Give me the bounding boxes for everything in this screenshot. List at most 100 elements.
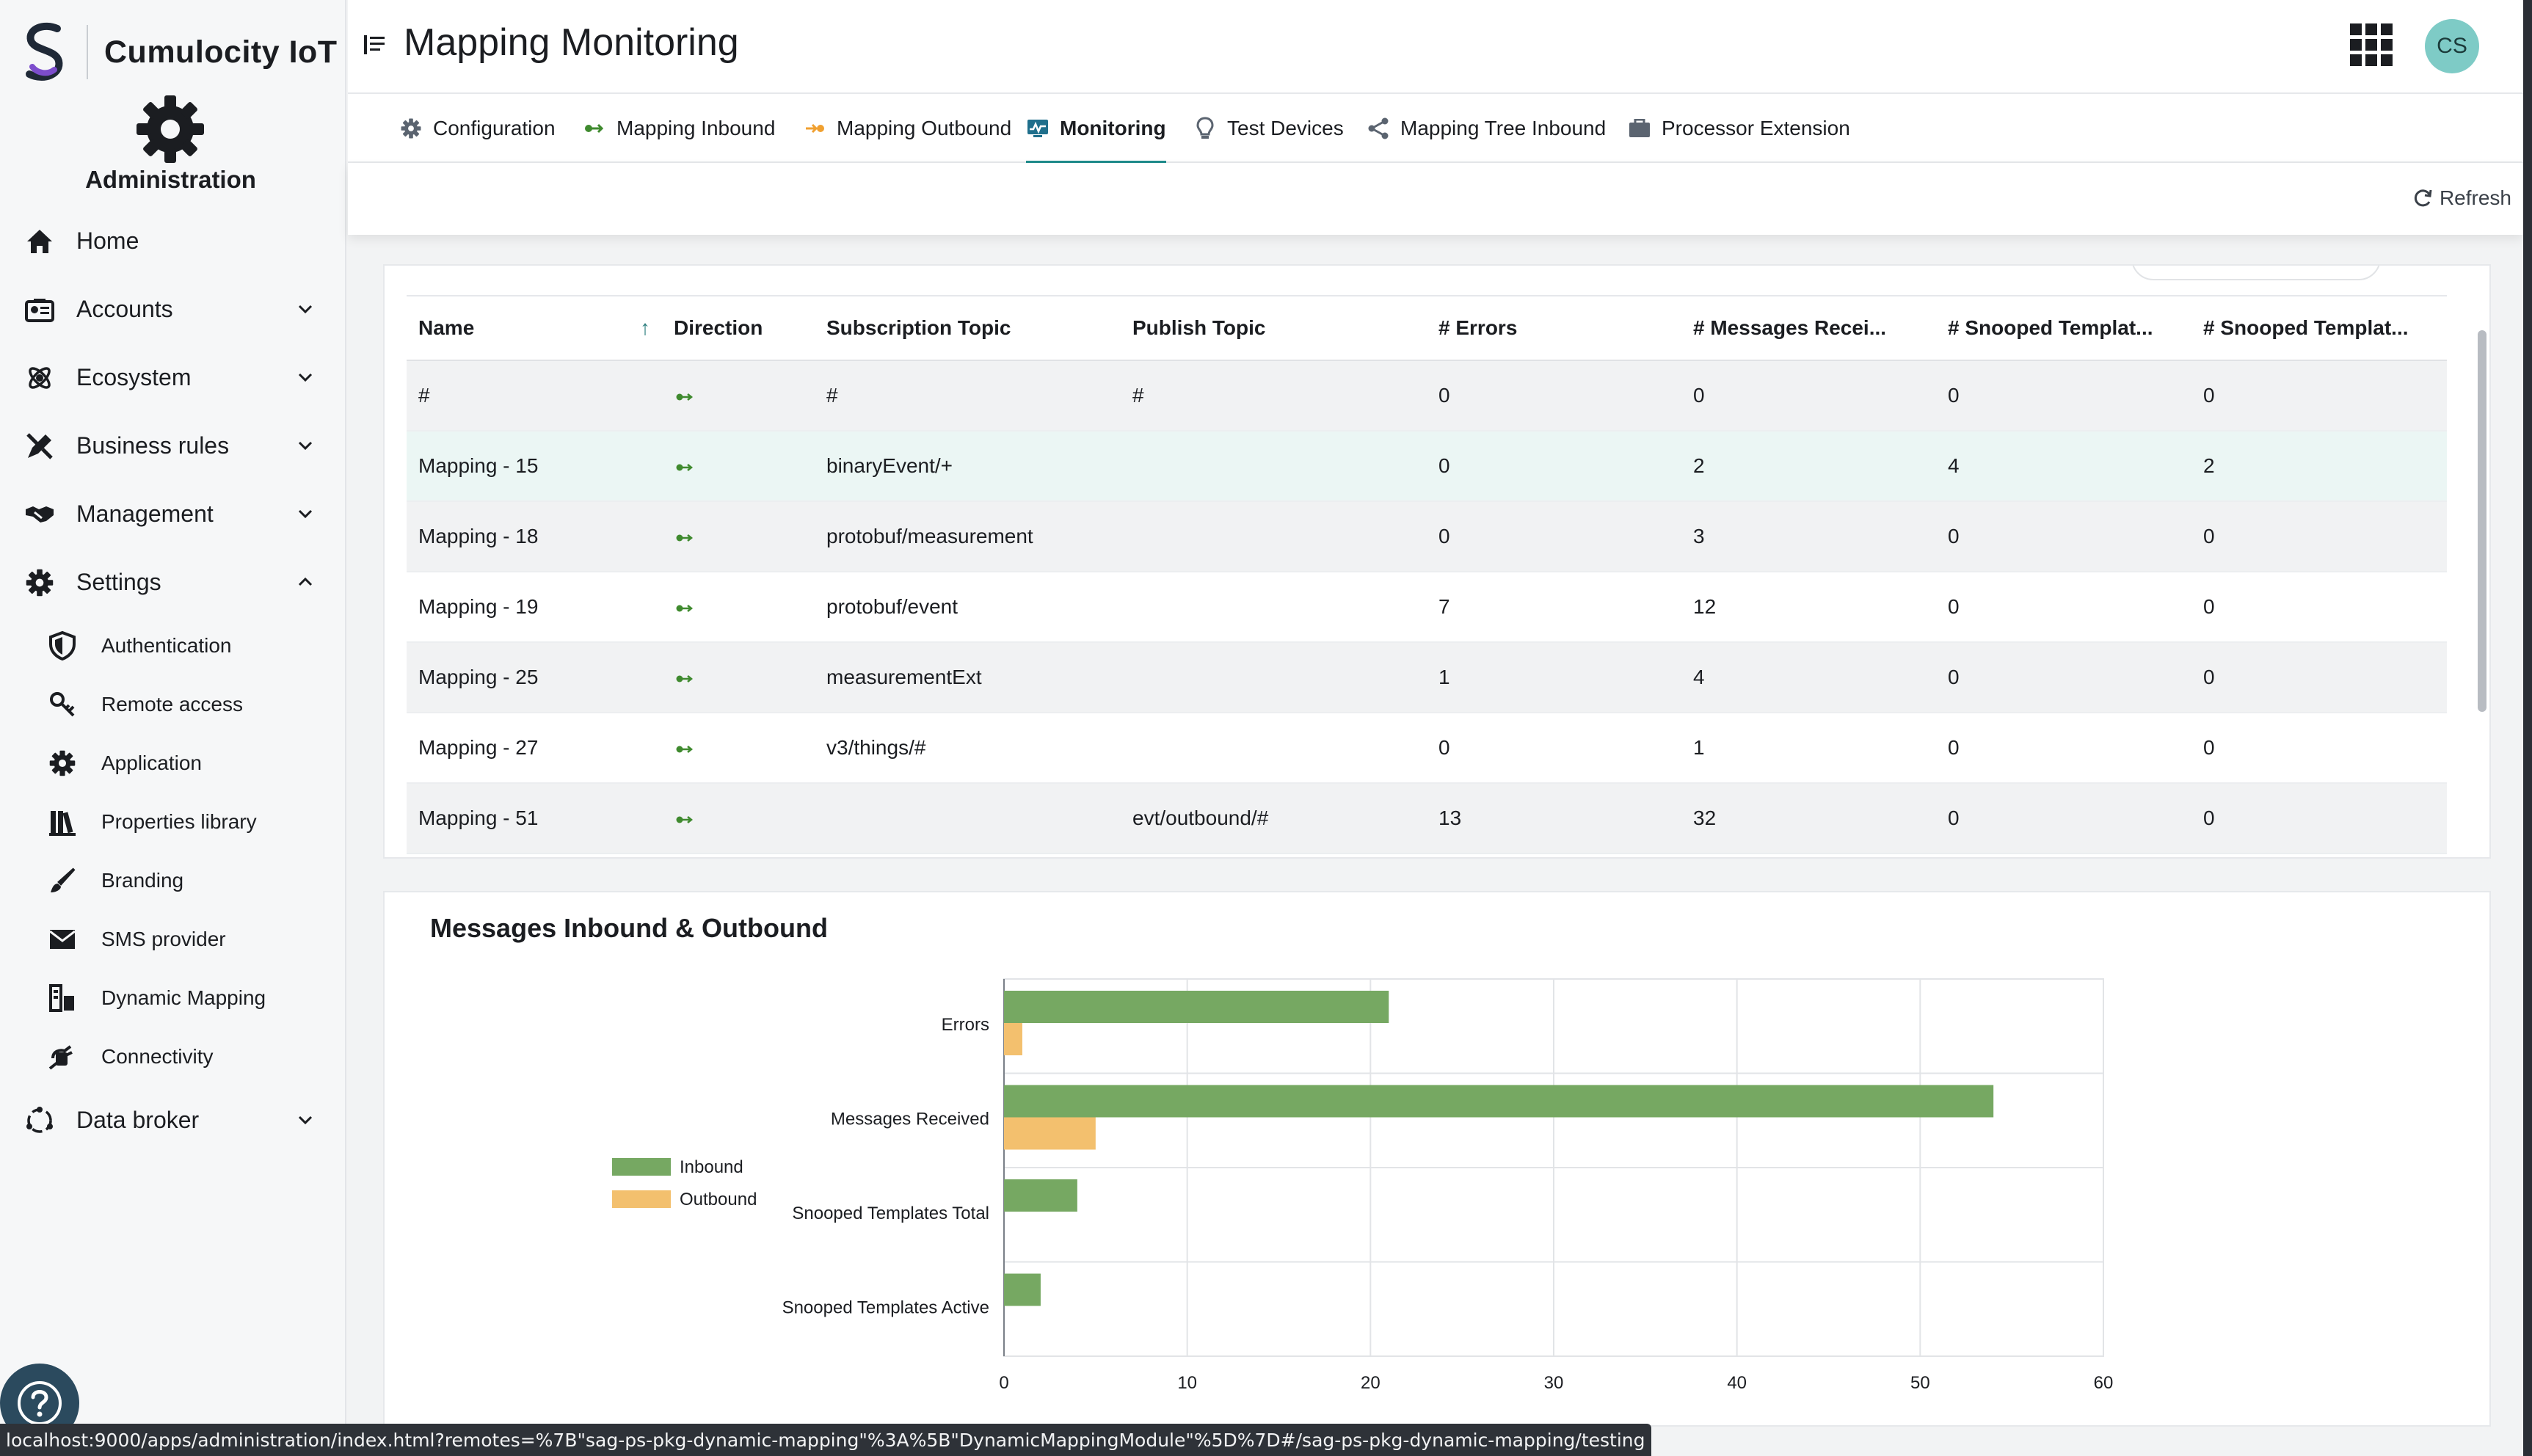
chevron-down-icon xyxy=(298,373,313,382)
sidebar-subitem-authentication[interactable]: Authentication xyxy=(0,616,345,675)
cell-subscription: v3/things/# xyxy=(815,713,1121,784)
table-body: # # #0 0 0 0 Mapping - 15 binaryEvent/+ 0 2 4 2 Mapp… xyxy=(407,360,2447,854)
column-header-snooped-templates-active[interactable]: # Snooped Templat... xyxy=(2191,295,2447,361)
tab-mapping-tree-inbound[interactable]: Mapping Tree Inbound xyxy=(1367,94,1606,163)
sidebar-item-label: Business rules xyxy=(76,432,230,459)
cell-subscription: protobuf/event xyxy=(815,572,1121,643)
tab-processor-extension[interactable]: Processor Extension xyxy=(1628,94,1850,163)
direction-cell xyxy=(662,783,815,854)
app-switcher-grid-icon[interactable] xyxy=(2350,23,2393,66)
tab-mapping-outbound[interactable]: Mapping Outbound xyxy=(803,94,1011,163)
cell-publish xyxy=(1121,501,1427,572)
cell-snooped-active: 0 xyxy=(2191,360,2447,432)
refresh-label: Refresh xyxy=(2439,186,2511,209)
tab-label: Mapping Tree Inbound xyxy=(1400,117,1607,139)
sidebar-nav: Home Accounts Ecosystem Business rules M… xyxy=(0,207,345,1154)
cell-messages: 0 xyxy=(1681,360,1936,432)
sidebar-item-ecosystem[interactable]: Ecosystem xyxy=(0,343,345,412)
refresh-button[interactable]: Refresh xyxy=(2412,186,2511,210)
tab-label: Processor Extension xyxy=(1662,117,1850,139)
tab-configuration[interactable]: Configuration xyxy=(399,94,556,163)
cell-snooped-total: 0 xyxy=(1936,572,2191,643)
column-header-messages-received[interactable]: # Messages Recei... xyxy=(1681,295,1936,361)
sidebar-subitem-properties-library[interactable]: Properties library xyxy=(0,793,345,851)
action-bar: Refresh xyxy=(348,163,2523,235)
chevron-down-icon xyxy=(298,509,313,519)
chart-legend-label: Inbound xyxy=(680,1157,743,1177)
sidebar-subitem-application[interactable]: Application xyxy=(0,734,345,793)
sidebar-subitem-label: Dynamic Mapping xyxy=(101,986,266,1009)
extension-icon xyxy=(1628,117,1651,140)
column-header-subscription-topic[interactable]: Subscription Topic xyxy=(815,295,1121,361)
inbound-arrow-icon xyxy=(676,675,694,682)
table-row[interactable]: Mapping - 25 measurementExt 1 4 0 0 xyxy=(407,642,2447,713)
home-icon xyxy=(23,225,56,258)
administration-gear-icon xyxy=(137,95,204,163)
sidebar-item-accounts[interactable]: Accounts xyxy=(0,275,345,343)
gear-icon xyxy=(399,117,423,140)
chart-bar-outbound xyxy=(1004,1117,1096,1150)
tab-bar: Configuration Mapping Inbound Mapping Ou… xyxy=(348,94,2523,164)
chart-x-tick-label: 40 xyxy=(1727,1373,1747,1393)
table-row[interactable]: Mapping - 51 evt/outbound/# 13 32 0 0 xyxy=(407,783,2447,854)
cell-name: Mapping - 27 xyxy=(407,713,662,784)
chart-category-label: Snooped Templates Active xyxy=(782,1298,989,1318)
table-scrollbar[interactable] xyxy=(2478,330,2486,712)
mapping-icon xyxy=(47,983,78,1013)
app-name: Administration xyxy=(85,166,256,193)
sidebar-subitem-remote-access[interactable]: Remote access xyxy=(0,675,345,734)
status-bar-url: localhost:9000/apps/administration/index… xyxy=(0,1424,1651,1456)
column-header-snooped-templates-total[interactable]: # Snooped Templat... xyxy=(1936,295,2191,361)
column-header-name[interactable]: Name ↑ xyxy=(407,295,662,361)
column-header-errors[interactable]: # Errors xyxy=(1427,295,1681,361)
sidebar-item-settings[interactable]: Settings xyxy=(0,548,345,616)
table-row[interactable]: Mapping - 18 protobuf/measurement 0 3 0 0 xyxy=(407,501,2447,572)
direction-cell xyxy=(662,572,815,643)
outbound-arrow-icon xyxy=(803,117,826,140)
table-row[interactable]: Mapping - 19 protobuf/event 7 12 0 0 xyxy=(407,572,2447,643)
sidebar-subitem-sms-provider[interactable]: SMS provider xyxy=(0,910,345,969)
sidebar-subitem-dynamic-mapping[interactable]: Dynamic Mapping xyxy=(0,969,345,1027)
sort-ascending-icon[interactable]: ↑ xyxy=(640,316,650,340)
tab-test-devices[interactable]: Test Devices xyxy=(1193,94,1344,163)
cell-snooped-active: 0 xyxy=(2191,501,2447,572)
top-header: Mapping Monitoring CS xyxy=(348,0,2523,94)
user-avatar[interactable]: CS xyxy=(2425,19,2479,73)
tree-icon xyxy=(1367,117,1390,140)
chart-bar-inbound xyxy=(1004,1273,1041,1306)
cell-messages: 32 xyxy=(1681,783,1936,854)
sidebar-item-home[interactable]: Home xyxy=(0,207,345,275)
messages-chart-card: Messages Inbound & Outbound 0 10 20 30 40 50 6… xyxy=(383,891,2491,1427)
column-header-direction[interactable]: Direction xyxy=(662,295,815,361)
menu-toggle-icon[interactable] xyxy=(363,32,388,57)
tab-mapping-inbound[interactable]: Mapping Inbound xyxy=(583,94,775,163)
brand[interactable]: Cumulocity IoT xyxy=(22,19,338,85)
sidebar-item-management[interactable]: Management xyxy=(0,480,345,548)
tab-label: Configuration xyxy=(433,117,556,139)
sidebar-subitem-connectivity[interactable]: Connectivity xyxy=(0,1027,345,1086)
cell-messages: 12 xyxy=(1681,572,1936,643)
table-row[interactable]: Mapping - 15 binaryEvent/+ 0 2 4 2 xyxy=(407,431,2447,502)
sidebar-item-business-rules[interactable]: Business rules xyxy=(0,412,345,480)
tab-monitoring[interactable]: Monitoring xyxy=(1026,94,1166,164)
accounts-icon xyxy=(23,294,56,326)
sidebar-subitem-branding[interactable]: Branding xyxy=(0,851,345,910)
chart-bar-inbound xyxy=(1004,991,1389,1023)
cell-snooped-total: 0 xyxy=(1936,360,2191,432)
table-row[interactable]: # # #0 0 0 0 xyxy=(407,360,2447,432)
plug-icon xyxy=(47,1041,78,1072)
chart-x-tick-label: 20 xyxy=(1361,1373,1380,1393)
monitor-icon xyxy=(1026,117,1049,140)
sidebar-subitem-label: Connectivity xyxy=(101,1045,214,1068)
column-header-publish-topic[interactable]: Publish Topic xyxy=(1121,295,1427,361)
table-row[interactable]: Mapping - 27 v3/things/# 0 1 0 0 xyxy=(407,713,2447,784)
mapping-status-table: Name ↑ Direction Subscription Topic Publi… xyxy=(407,295,2447,854)
table-filter-pill[interactable] xyxy=(2131,266,2381,280)
sidebar-item-label: Data broker xyxy=(76,1107,200,1133)
sidebar-item-data-broker[interactable]: Data broker xyxy=(0,1086,345,1154)
sidebar-subitem-label: Remote access xyxy=(101,693,243,716)
cell-publish xyxy=(1121,642,1427,713)
brand-separator xyxy=(87,25,88,79)
cell-subscription: binaryEvent/+ xyxy=(815,431,1121,502)
cell-subscription: protobuf/measurement xyxy=(815,501,1121,572)
